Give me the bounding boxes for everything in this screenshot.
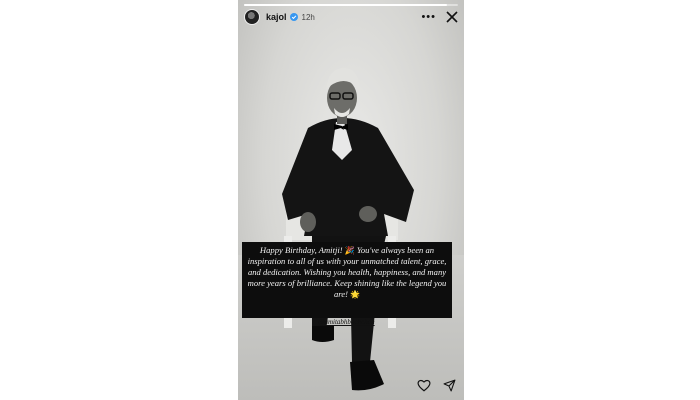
story-progress-fill [244,4,448,6]
shoe-right [350,360,384,391]
story-viewer[interactable]: kajol 12h ••• Happy Birthday, Amitji! 🎉 … [238,0,464,400]
party-popper-emoji: 🎉 [344,246,355,255]
heart-icon[interactable] [417,379,431,392]
shoe-left [312,326,334,342]
verified-badge-icon [289,13,298,21]
mention-tag[interactable]: @amitabhbachchan [318,318,375,326]
caption-box: Happy Birthday, Amitji! 🎉 You've always … [242,242,452,318]
left-hand [300,212,316,232]
story-progress-bar [244,4,458,6]
star-emoji: 🌟 [350,290,361,299]
story-header: kajol 12h ••• [244,8,458,26]
story-photo [282,68,414,391]
send-icon[interactable] [443,379,456,392]
right-hand [359,206,377,222]
story-footer-actions [417,379,456,392]
username[interactable]: kajol [266,12,287,22]
avatar[interactable] [244,9,260,25]
more-options-icon[interactable]: ••• [421,12,436,23]
post-time: 12h [301,12,315,22]
caption-line-1: Happy Birthday, Amitji! [259,245,343,255]
caption-text: Happy Birthday, Amitji! 🎉 You've always … [246,245,448,300]
close-icon[interactable] [446,11,458,23]
